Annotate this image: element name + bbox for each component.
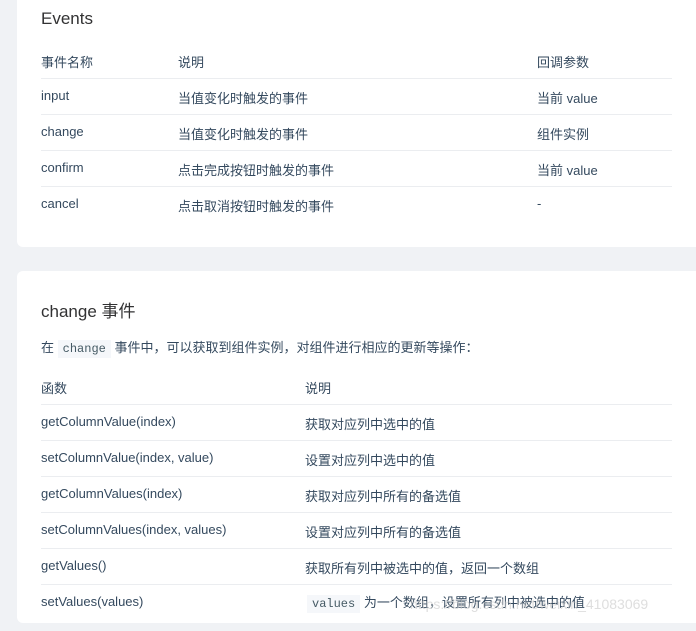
cell-desc: 点击完成按钮时触发的事件 (178, 163, 335, 178)
cell-function: setValues(values) (41, 594, 144, 609)
cell-desc: 点击取消按钮时触发的事件 (178, 199, 335, 214)
cell-function: getColumnValue(index) (41, 414, 176, 429)
table-row: setColumnValue(index, value) 设置对应列中选中的值 (41, 440, 672, 477)
cell-params: 当前 value (537, 163, 598, 178)
table-row: input 当值变化时触发的事件 当前 value (41, 78, 672, 115)
table-row: getValues() 获取所有列中被选中的值，返回一个数组 (41, 548, 672, 585)
cell-function: setColumnValue(index, value) (41, 450, 214, 465)
header-desc: 说明 (305, 381, 332, 396)
table-row: confirm 点击完成按钮时触发的事件 当前 value (41, 150, 672, 187)
change-event-description: 在 change 事件中，可以获取到组件实例，对组件进行相应的更新等操作： (41, 337, 479, 358)
cell-desc: 设置对应列中所有的备选值 (305, 525, 462, 540)
desc-prefix: 在 (41, 340, 55, 355)
cell-desc: 获取对应列中所有的备选值 (305, 489, 462, 504)
cell-function: getValues() (41, 558, 107, 573)
cell-desc: 获取所有列中被选中的值，返回一个数组 (305, 561, 540, 576)
table-row: change 当值变化时触发的事件 组件实例 (41, 114, 672, 151)
inline-code: values (307, 595, 361, 613)
table-row: getColumnValues(index) 获取对应列中所有的备选值 (41, 476, 672, 513)
cell-name: input (41, 88, 70, 103)
desc-suffix: 事件中，可以获取到组件实例，对组件进行相应的更新等操作： (114, 340, 479, 355)
change-event-title: change 事件 (41, 302, 136, 321)
watermark: https://blog.csdn.net/weixin_41083069 (410, 596, 649, 612)
header-name: 事件名称 (41, 55, 94, 70)
cell-name: change (41, 124, 84, 139)
cell-function: setColumnValues(index, values) (41, 522, 227, 537)
cell-name: confirm (41, 160, 84, 175)
cell-params: 当前 value (537, 91, 598, 106)
cell-name: cancel (41, 196, 79, 211)
table-row: setColumnValues(index, values) 设置对应列中所有的备… (41, 512, 672, 549)
cell-params: - (537, 196, 542, 211)
header-params: 回调参数 (537, 55, 590, 70)
change-event-card: change 事件 在 change 事件中，可以获取到组件实例，对组件进行相应… (17, 271, 696, 623)
cell-desc: 当值变化时触发的事件 (178, 91, 309, 106)
inline-code: change (57, 340, 111, 358)
header-desc: 说明 (178, 55, 205, 70)
table-header: 函数 说明 (41, 368, 672, 405)
events-title: Events (41, 9, 93, 28)
table-row: getColumnValue(index) 获取对应列中选中的值 (41, 404, 672, 441)
table-header: 事件名称 说明 回调参数 (41, 42, 672, 79)
cell-params: 组件实例 (537, 127, 590, 142)
cell-desc: 设置对应列中选中的值 (305, 453, 436, 468)
cell-desc: 获取对应列中选中的值 (305, 417, 436, 432)
header-function: 函数 (41, 381, 68, 396)
events-card: Events 事件名称 说明 回调参数 input 当值变化时触发的事件 当前 va… (17, 0, 696, 247)
table-row: cancel 点击取消按钮时触发的事件 - (41, 186, 672, 222)
cell-desc: 当值变化时触发的事件 (178, 127, 309, 142)
cell-function: getColumnValues(index) (41, 486, 183, 501)
